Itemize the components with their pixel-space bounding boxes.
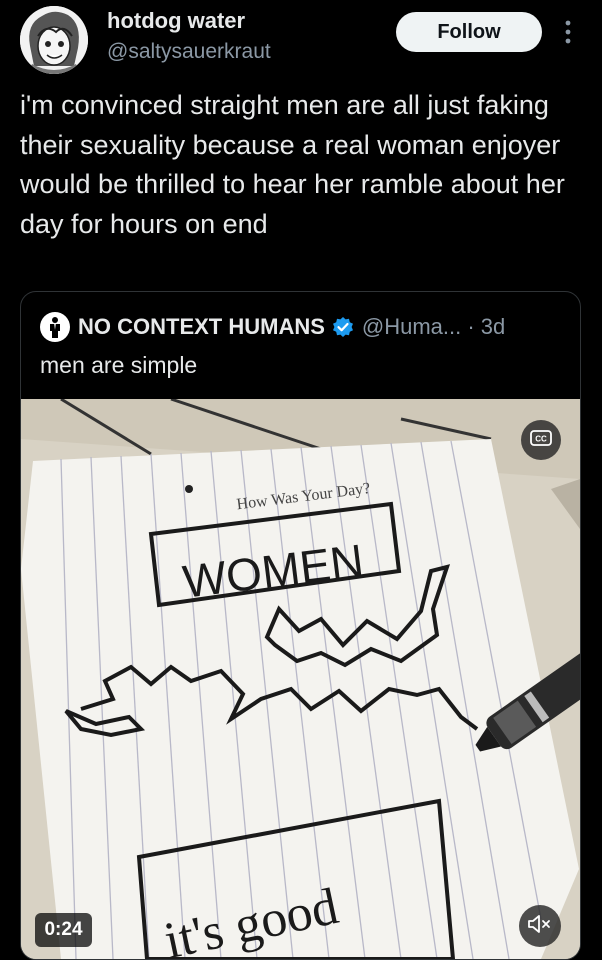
video-duration: 0:24 bbox=[35, 913, 92, 947]
more-options-icon[interactable] bbox=[556, 16, 580, 48]
verified-badge-icon bbox=[332, 316, 354, 338]
mute-button[interactable] bbox=[519, 905, 561, 947]
video-player[interactable]: How Was Your Day? WOMEN it's good CC 0:2… bbox=[21, 399, 580, 959]
quoted-tweet-text: men are simple bbox=[40, 352, 198, 378]
follow-button[interactable]: Follow bbox=[396, 12, 542, 52]
quoted-handle-time: @Huma... · 3d bbox=[361, 314, 506, 339]
mute-icon bbox=[527, 913, 553, 940]
author-name[interactable]: hotdog water bbox=[107, 8, 245, 34]
cc-button[interactable]: CC bbox=[521, 420, 561, 460]
svg-text:CC: CC bbox=[535, 434, 547, 443]
quoted-tweet-header: NO CONTEXT HUMANS @Huma... · 3d bbox=[40, 312, 505, 342]
quoted-author-name[interactable]: NO CONTEXT HUMANS bbox=[78, 314, 325, 340]
person-logo-icon bbox=[40, 312, 70, 342]
avatar[interactable] bbox=[20, 6, 88, 74]
author-handle[interactable]: @saltysauerkraut bbox=[107, 40, 271, 64]
video-frame: How Was Your Day? WOMEN it's good bbox=[21, 399, 580, 959]
tweet-text: i'm convinced straight men are all just … bbox=[20, 90, 565, 239]
cc-icon: CC bbox=[530, 429, 552, 451]
quoted-tweet[interactable]: NO CONTEXT HUMANS @Huma... · 3d men are … bbox=[20, 291, 581, 960]
tweet-header: hotdog water @saltysauerkraut Follow bbox=[0, 0, 602, 86]
